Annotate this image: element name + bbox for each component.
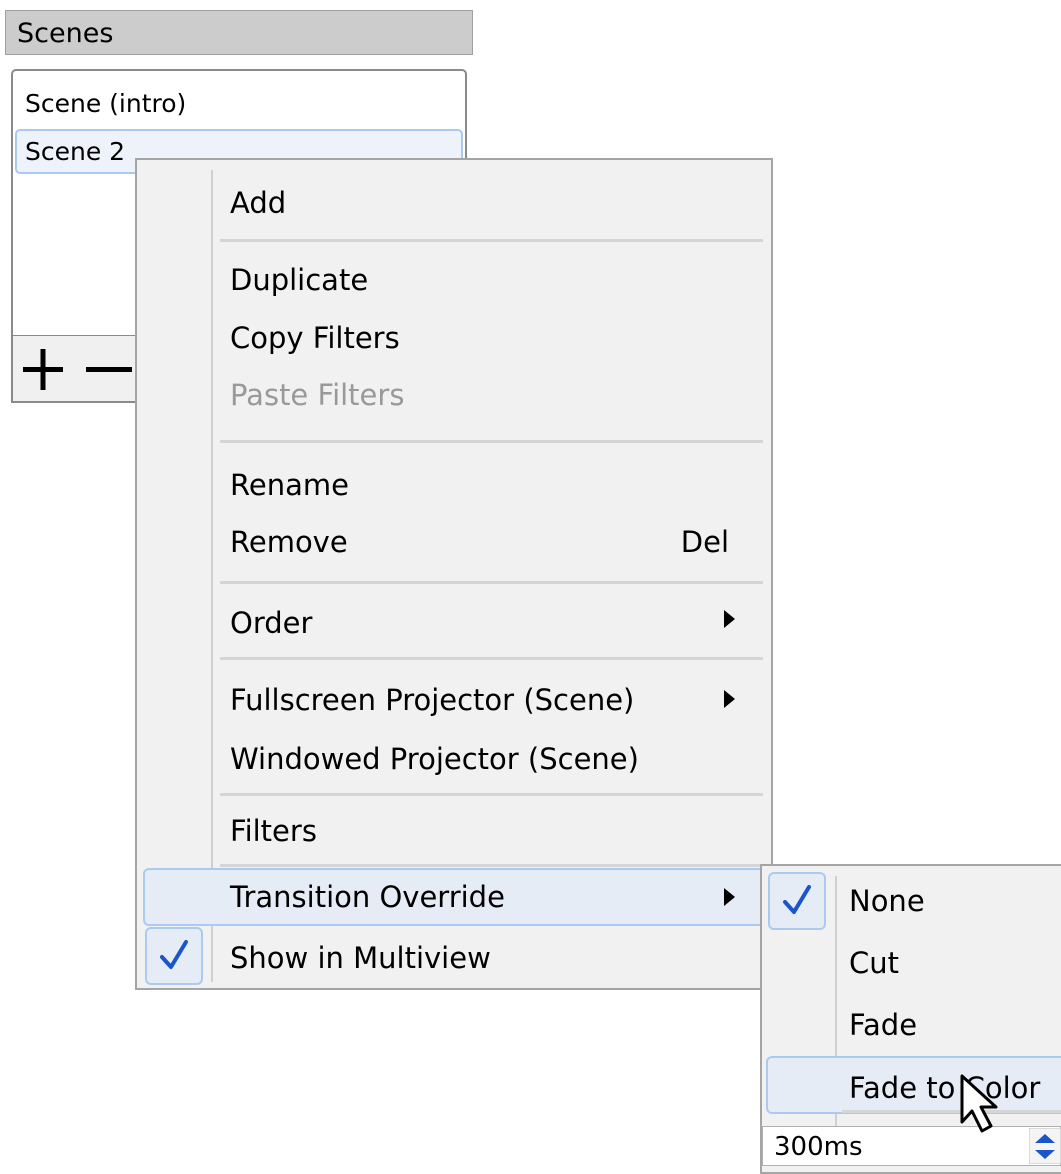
menu-gutter-divider [211, 170, 213, 982]
menu-item-add[interactable]: Add [230, 183, 286, 223]
checkmark-icon [160, 940, 188, 969]
add-scene-button[interactable] [15, 336, 71, 402]
menu-item-transition-override[interactable]: Transition Override [230, 877, 505, 917]
menu-item-show-in-multiview[interactable]: Show in Multiview [230, 938, 491, 978]
minus-icon [86, 367, 132, 372]
menu-item-order[interactable]: Order [230, 603, 312, 643]
checkmark-icon [783, 885, 811, 914]
duration-value: 300ms [774, 1132, 863, 1162]
menu-item-remove[interactable]: Remove [230, 522, 348, 562]
transition-duration-spinbox[interactable]: 300ms [762, 1126, 1061, 1166]
scene-context-menu: Add Duplicate Copy Filters Paste Filters… [135, 158, 773, 990]
menu-item-windowed-projector[interactable]: Windowed Projector (Scene) [230, 739, 639, 779]
submenu-arrow-icon [724, 888, 735, 906]
submenu-arrow-icon [724, 610, 735, 628]
menu-separator [220, 793, 763, 796]
remove-scene-button[interactable] [80, 336, 136, 402]
scene-list-item[interactable]: Scene (intro) [15, 81, 463, 126]
plus-icon [23, 349, 63, 390]
menu-item-paste-filters: Paste Filters [230, 378, 405, 412]
menu-item-copy-filters[interactable]: Copy Filters [230, 318, 400, 358]
mouse-cursor-icon [960, 1074, 998, 1133]
menu-separator [220, 440, 763, 443]
menu-item-filters[interactable]: Filters [230, 811, 317, 851]
submenu-arrow-icon [724, 690, 735, 708]
multiview-check-box [145, 927, 203, 985]
transition-option-cut[interactable]: Cut [849, 943, 899, 983]
menu-separator [220, 581, 763, 584]
menu-separator [220, 864, 763, 867]
menu-item-duplicate[interactable]: Duplicate [230, 260, 368, 300]
remove-shortcut-label: Del [680, 525, 729, 559]
scenes-dock-title: Scenes [5, 10, 473, 55]
spin-arrows-icon[interactable] [1029, 1128, 1061, 1164]
transition-option-none[interactable]: None [849, 881, 925, 921]
menu-separator [842, 1110, 1061, 1113]
menu-item-rename[interactable]: Rename [230, 465, 349, 505]
none-check-box [768, 872, 826, 930]
transition-option-fade[interactable]: Fade [849, 1005, 917, 1045]
menu-item-fullscreen-projector[interactable]: Fullscreen Projector (Scene) [230, 680, 634, 720]
transition-option-fade-to-color[interactable]: Fade to Color [849, 1068, 1040, 1108]
menu-separator [220, 239, 763, 242]
menu-separator [220, 657, 763, 660]
